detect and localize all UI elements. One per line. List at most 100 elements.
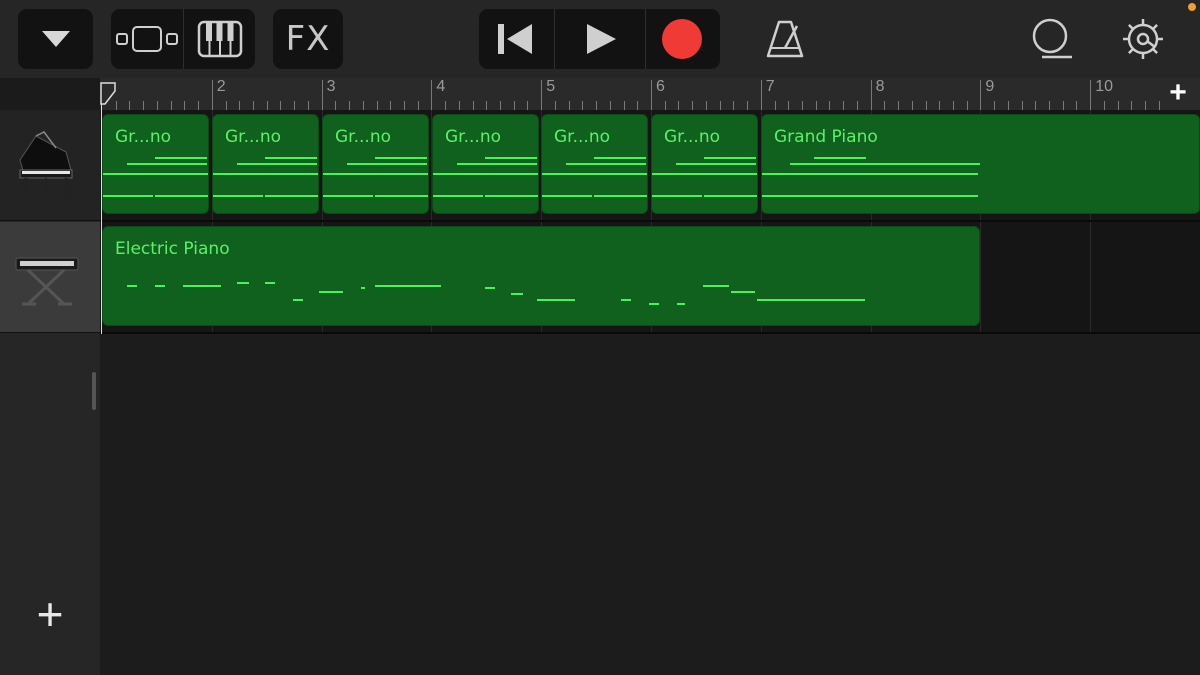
- ruler-beat-tick: [692, 101, 694, 110]
- midi-note: [265, 157, 317, 159]
- settings-gear-icon[interactable]: [1121, 17, 1165, 61]
- midi-note: [485, 287, 495, 289]
- transport-controls: [479, 9, 720, 69]
- midi-note: [703, 285, 729, 287]
- go-to-beginning-icon: [498, 24, 532, 54]
- midi-region[interactable]: Gr...no: [212, 114, 319, 214]
- ruler-beat-tick: [252, 101, 254, 110]
- region-label: Gr...no: [225, 127, 281, 147]
- ruler-bar-number: 2: [216, 78, 226, 95]
- midi-note: [757, 299, 865, 301]
- ruler-bar-line: [870, 80, 872, 110]
- midi-note: [621, 299, 631, 301]
- midi-note: [237, 282, 249, 284]
- track-headers: +: [0, 110, 100, 675]
- midi-region[interactable]: Gr...no: [432, 114, 539, 214]
- ruler-bar-number: 10: [1095, 78, 1113, 95]
- fx-button[interactable]: FX: [273, 9, 343, 69]
- ruler-beat-tick: [856, 101, 858, 110]
- midi-note: [485, 195, 538, 197]
- midi-note: [652, 195, 702, 197]
- add-track-button[interactable]: +: [30, 591, 70, 637]
- midi-note: [511, 293, 523, 295]
- ruler-beat-tick: [609, 101, 611, 110]
- midi-region[interactable]: Electric Piano: [102, 226, 980, 326]
- midi-note: [816, 195, 978, 197]
- add-section-button[interactable]: +: [1162, 78, 1194, 110]
- region-label: Grand Piano: [774, 127, 878, 147]
- tracks-view-button[interactable]: [111, 9, 183, 69]
- fx-label: FX: [285, 19, 331, 59]
- midi-note: [323, 173, 428, 175]
- ruler-beat-tick: [966, 101, 968, 110]
- tracks-area[interactable]: Gr...no Gr...no Gr...no Gr...no Gr...no Gr...…: [100, 110, 1200, 675]
- browser-dropdown-button[interactable]: [18, 9, 93, 69]
- playhead-line: [101, 104, 102, 334]
- ruler-beat-tick: [898, 101, 900, 110]
- playhead-handle[interactable]: [100, 82, 116, 106]
- ruler-beat-tick: [623, 101, 625, 110]
- ruler-beat-tick: [445, 101, 447, 110]
- ruler-beat-tick: [925, 101, 927, 110]
- midi-note: [155, 195, 208, 197]
- ruler-beat-tick: [952, 101, 954, 110]
- ruler-beat-tick: [266, 101, 268, 110]
- region-label: Gr...no: [664, 127, 720, 147]
- ruler-beat-tick: [376, 101, 378, 110]
- region-label: Gr...no: [335, 127, 391, 147]
- ruler-bar-number: 6: [656, 78, 665, 95]
- ruler-bar-number: 5: [546, 78, 556, 95]
- ruler-beat-tick: [513, 101, 515, 110]
- ruler-beat-tick: [582, 101, 584, 110]
- ruler-beat-tick: [705, 101, 707, 110]
- region-label: Gr...no: [554, 127, 610, 147]
- ruler-beat-tick: [156, 101, 158, 110]
- ruler-beat-tick: [403, 101, 405, 110]
- track-header-grand-piano[interactable]: [0, 110, 100, 221]
- ruler-beat-tick: [774, 101, 776, 110]
- bar-gridline: [980, 222, 982, 334]
- keyboard-button[interactable]: [184, 9, 255, 69]
- ruler-beat-tick: [801, 101, 803, 110]
- go-to-beginning-button[interactable]: [479, 9, 554, 69]
- ruler-beat-tick: [994, 101, 996, 110]
- ruler-bar-line: [211, 80, 213, 110]
- midi-note: [361, 287, 365, 289]
- midi-note: [265, 282, 275, 284]
- metronome-icon[interactable]: [764, 18, 806, 60]
- loop-icon[interactable]: [1028, 17, 1074, 61]
- ruler-beat-tick: [458, 101, 460, 110]
- midi-region[interactable]: Gr...no: [322, 114, 429, 214]
- midi-region[interactable]: Gr...no: [541, 114, 648, 214]
- midi-region[interactable]: Gr...no: [651, 114, 758, 214]
- midi-note: [237, 163, 317, 165]
- ruler-beat-tick: [1007, 101, 1009, 110]
- ruler-beat-tick: [527, 101, 529, 110]
- play-button[interactable]: [555, 9, 645, 69]
- ruler-beat-tick: [335, 101, 337, 110]
- ruler-bar-line: [1090, 80, 1092, 110]
- track-header-electric-piano[interactable]: [0, 222, 100, 333]
- midi-note: [293, 299, 303, 301]
- region-label: Gr...no: [115, 127, 171, 147]
- ruler-beat-tick: [294, 101, 296, 110]
- midi-note: [155, 157, 207, 159]
- midi-note: [375, 195, 428, 197]
- ruler-beat-tick: [678, 101, 680, 110]
- midi-note: [676, 163, 756, 165]
- ruler-beat-tick: [719, 101, 721, 110]
- ruler-beat-tick: [829, 101, 831, 110]
- midi-region[interactable]: Gr...no: [102, 114, 209, 214]
- midi-note: [213, 195, 263, 197]
- ruler-beat-tick: [568, 101, 570, 110]
- ruler-beat-tick: [184, 101, 186, 110]
- midi-region[interactable]: Grand Piano: [761, 114, 1200, 214]
- ruler-beat-tick: [1145, 101, 1147, 110]
- timeline-ruler[interactable]: 2 3 4 5 6 7 8 9 10: [100, 78, 1200, 110]
- ruler-beat-tick: [362, 101, 364, 110]
- region-label: Electric Piano: [115, 239, 230, 259]
- record-button[interactable]: [646, 9, 720, 69]
- ruler-beat-tick: [1103, 101, 1105, 110]
- grand-piano-icon: [19, 131, 73, 197]
- track-resize-handle[interactable]: [92, 372, 96, 410]
